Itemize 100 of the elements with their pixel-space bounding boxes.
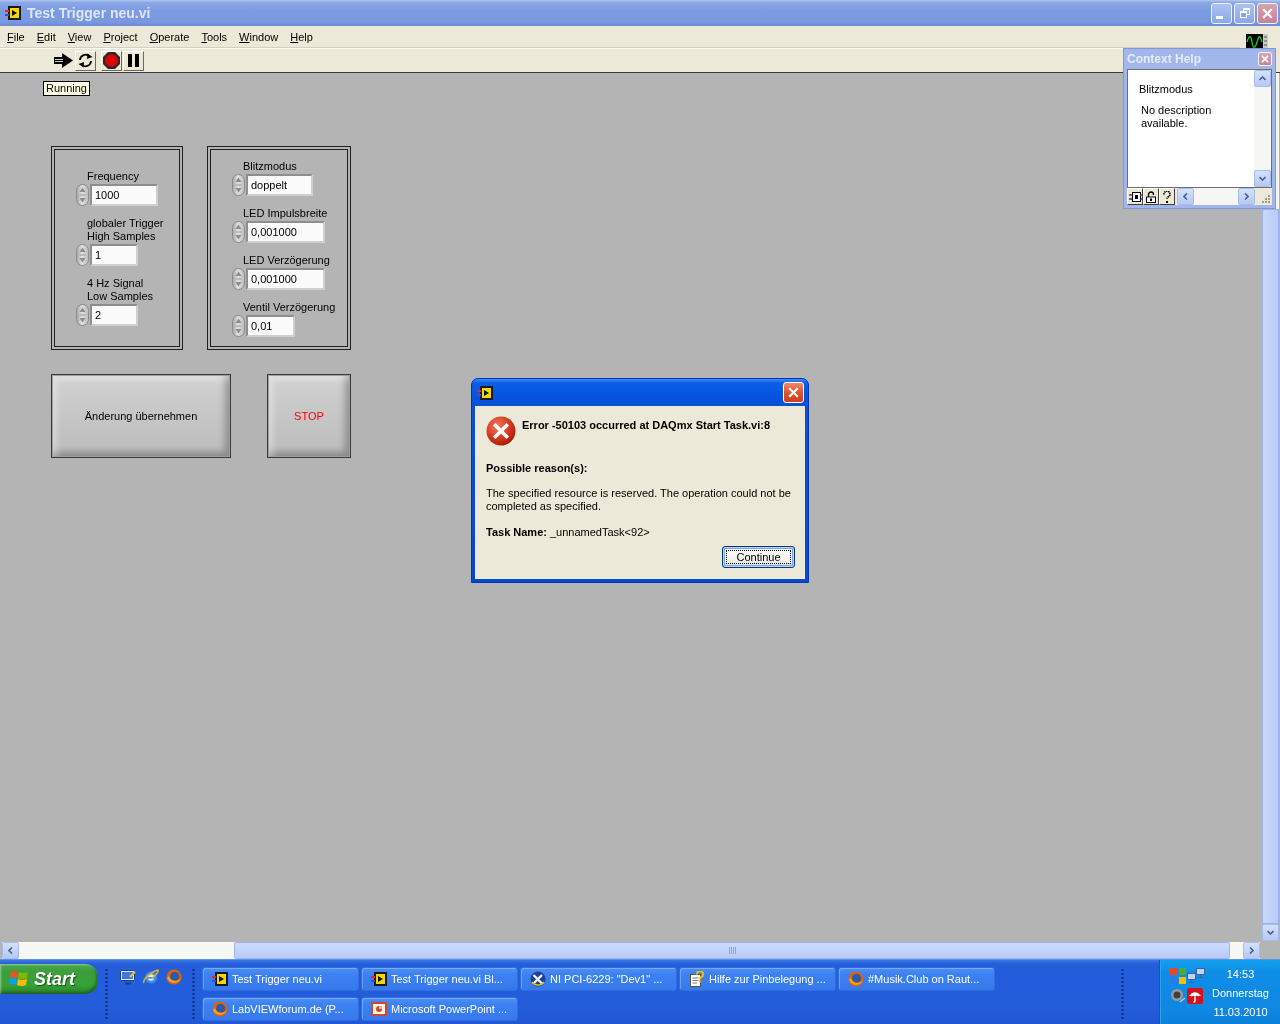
detailed-help-button[interactable]	[1159, 188, 1175, 205]
status-label: Running	[43, 81, 90, 96]
show-diagram-button[interactable]	[1127, 188, 1143, 205]
show-desktop-button[interactable]	[120, 969, 136, 985]
scroll-down-button[interactable]	[1254, 170, 1271, 187]
browser-button[interactable]	[143, 969, 159, 985]
menu-item[interactable]: Window	[233, 29, 285, 44]
scroll-right-button[interactable]	[1243, 941, 1260, 959]
increment-decrement-button[interactable]	[232, 173, 245, 196]
increment-decrement-button[interactable]	[232, 220, 245, 243]
numeric-field[interactable]: 0,01	[246, 314, 295, 337]
menu-item[interactable]: Tools	[195, 29, 234, 44]
close-icon	[1262, 7, 1273, 19]
taskbar-button[interactable]: Hilfe zur Pinbelegung ...	[679, 967, 836, 991]
grip-icon	[728, 946, 736, 954]
taskbar-button[interactable]: Test Trigger neu.vi	[202, 967, 359, 991]
program-icon	[477, 384, 493, 401]
arrow-icon	[54, 53, 73, 68]
close-button[interactable]	[1257, 2, 1278, 24]
scroll-left-button[interactable]	[1177, 188, 1194, 205]
scrollbar-thumb[interactable]	[1262, 209, 1279, 924]
fox-globe-icon	[166, 969, 182, 985]
chevron-right-icon	[1249, 946, 1254, 954]
crossed-circle-icon	[530, 971, 546, 987]
increment-decrement-button[interactable]	[232, 267, 245, 290]
window-title: Context Help	[1127, 52, 1201, 66]
menu-item[interactable]: Help	[284, 29, 319, 44]
chevron-up-icon	[1259, 76, 1266, 81]
help-document-icon	[689, 971, 705, 987]
control-label: Frequency	[87, 170, 139, 183]
run-button[interactable]	[53, 50, 74, 71]
close-button[interactable]	[1258, 52, 1272, 66]
taskbar-button[interactable]: LabVIEWforum.de (P...	[202, 997, 359, 1021]
menu-item[interactable]: Edit	[30, 29, 62, 44]
browser-icon	[143, 969, 159, 985]
taskbar-button[interactable]: Microsoft PowerPoint ...	[361, 997, 518, 1021]
umbrella-icon	[1187, 988, 1203, 1004]
scroll-down-button[interactable]	[1262, 924, 1279, 941]
speaker-icon	[1170, 988, 1186, 1004]
apply-changes-button[interactable]: Änderung übernehmen	[51, 374, 231, 458]
desktop-icon	[120, 969, 136, 985]
browser-button[interactable]	[166, 969, 182, 985]
program-icon	[212, 971, 228, 987]
up-down-arrows-icon	[235, 270, 242, 287]
clock-time: 14:53	[1226, 967, 1255, 982]
numeric-field[interactable]: 1000	[90, 184, 158, 206]
window-title: Test Trigger neu.vi	[27, 5, 152, 21]
control-label: LED Verzögerung	[243, 253, 330, 267]
chevron-down-icon	[1267, 930, 1274, 935]
up-down-arrows-icon	[235, 317, 242, 334]
clock-date: 11.03.2010	[1213, 1005, 1268, 1020]
menu-item[interactable]: Operate	[143, 29, 196, 44]
numeric-field[interactable]: 2	[90, 304, 138, 326]
slides-icon	[371, 1001, 387, 1017]
minimize-icon	[1216, 15, 1223, 19]
flag-icon	[9, 970, 29, 988]
numeric-field[interactable]: 0,001000	[246, 220, 325, 243]
taskbar-button[interactable]: NI PCI-6229: "Dev1" ...	[520, 967, 677, 991]
menu-item[interactable]: View	[61, 29, 98, 44]
close-icon	[788, 387, 799, 398]
increment-decrement-button[interactable]	[76, 184, 89, 206]
grip-icon	[105, 968, 108, 1020]
increment-decrement-button[interactable]	[232, 314, 245, 337]
scroll-right-button[interactable]	[1238, 188, 1255, 205]
pause-icon	[128, 54, 139, 67]
restore-icon	[1239, 8, 1250, 18]
abort-button[interactable]	[101, 50, 122, 71]
run-continuously-button[interactable]	[75, 50, 96, 71]
minimize-button[interactable]	[1211, 2, 1232, 24]
continue-button[interactable]: Continue	[722, 546, 795, 568]
numeric-field[interactable]: 1	[90, 244, 138, 266]
numeric-field[interactable]: doppelt	[246, 173, 313, 196]
task-name: Task Name: _unnamedTask<92>	[486, 526, 650, 538]
lock-button[interactable]	[1143, 188, 1159, 205]
error-heading: Error -50103 occurred at DAQmx Start Task.vi:8	[522, 419, 770, 431]
pause-button[interactable]	[123, 50, 144, 71]
help-heading: Blitzmodus	[1139, 83, 1194, 96]
scroll-up-button[interactable]	[1254, 70, 1271, 87]
close-icon	[1261, 55, 1269, 63]
up-down-arrows-icon	[79, 187, 86, 203]
network-icon	[1187, 968, 1205, 984]
chevron-down-icon	[1259, 176, 1266, 181]
menu-item[interactable]: File	[1, 29, 31, 44]
menu-item[interactable]: Project	[97, 29, 144, 44]
reason-title: Possible reason(s):	[486, 462, 588, 474]
increment-decrement-button[interactable]	[76, 244, 89, 266]
stop-sign-icon	[103, 52, 120, 69]
taskbar-button[interactable]: Test Trigger neu.vi Bl...	[361, 967, 518, 991]
up-down-arrows-icon	[79, 307, 86, 323]
numeric-field[interactable]: 0,001000	[246, 267, 325, 290]
control-label: globaler Trigger High Samples	[87, 217, 164, 243]
control-label: 4 Hz Signal Low Samples	[87, 277, 154, 303]
scroll-left-button[interactable]	[2, 941, 19, 959]
increment-decrement-button[interactable]	[76, 304, 89, 326]
restore-button[interactable]	[1234, 2, 1255, 24]
taskbar-button[interactable]: #Musik.Club on Raut...	[838, 967, 995, 991]
control-label: Blitzmodus	[243, 159, 297, 173]
program-icon	[5, 5, 21, 21]
chevron-left-icon	[1183, 193, 1188, 200]
scrollbar-thumb[interactable]	[234, 941, 1230, 959]
